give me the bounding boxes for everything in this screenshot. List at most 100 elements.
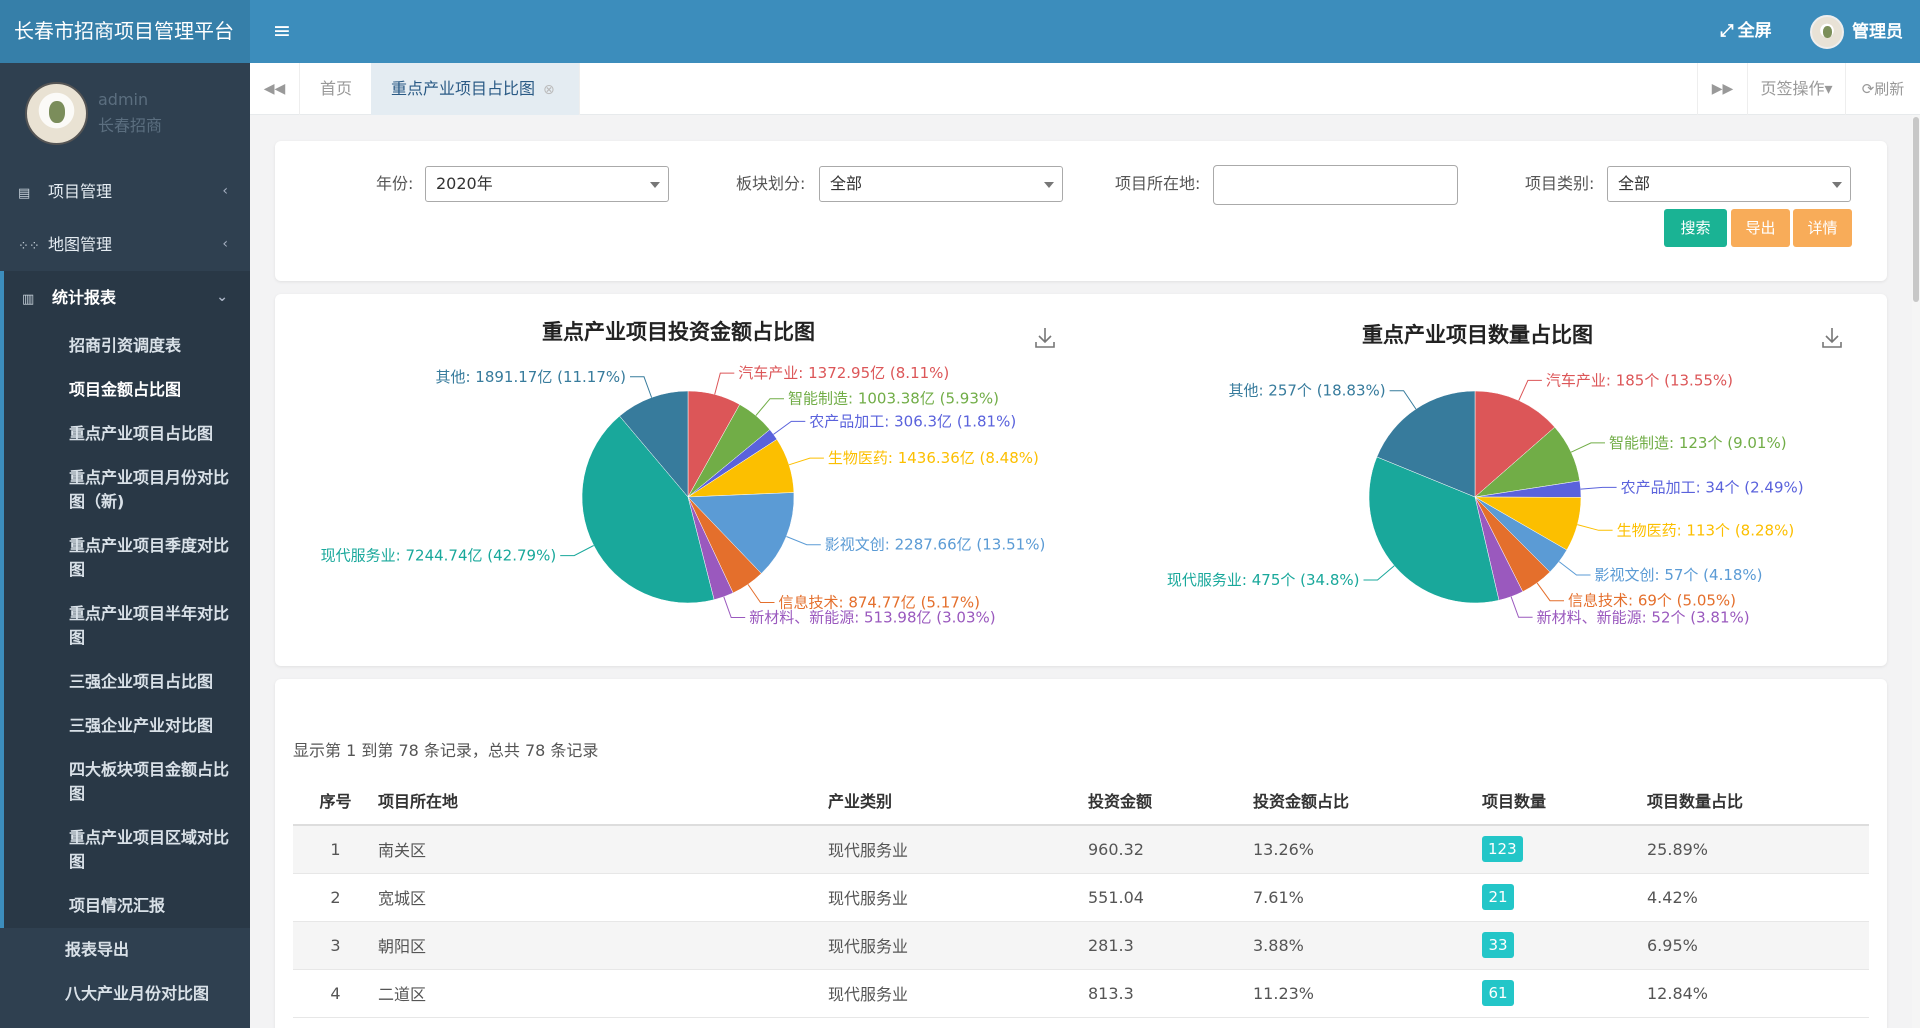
pie-leader-line (1580, 486, 1617, 490)
pie-slice-label: 影视文创: 2287.66亿 (13.51%) (825, 536, 1046, 554)
tab-active[interactable]: 重点产业项目占比图 ⊗ (371, 63, 580, 115)
export-button[interactable]: 导出 (1731, 209, 1790, 247)
tabs-bar: ◀◀ 首页 重点产业项目占比图 ⊗ ▶▶ 页签操作▾ ⟳刷新 (250, 63, 1920, 115)
table-cell: 2 (293, 873, 378, 922)
table-cell: 3 (293, 921, 378, 970)
sidebar-subitem[interactable]: 八大产业月份对比图 (0, 972, 250, 1016)
pie-slice-label: 信息技术: 69个 (5.05%) (1568, 592, 1736, 610)
scrollbar[interactable] (1912, 115, 1920, 1028)
charts-panel: 重点产业项目投资金额占比图 重点产业项目数量占比图 汽车产业: 1372.95亿… (275, 294, 1887, 666)
table-header[interactable]: 序号 (293, 775, 378, 826)
location-input[interactable] (1213, 165, 1458, 205)
pie-charts-canvas: 汽车产业: 1372.95亿 (8.11%) 智能制造: 1003.38亿 (5.… (321, 364, 1804, 627)
pie-leader-line (786, 536, 821, 546)
table-header[interactable]: 投资金额占比 (1253, 775, 1482, 826)
table-header[interactable]: 产业类别 (828, 775, 1088, 826)
pie-leader-line (1558, 561, 1591, 576)
table-cell: 21 (1482, 873, 1647, 922)
pie-slice-label: 其他: 257个 (18.83%) (1228, 382, 1385, 400)
table-row[interactable]: 4 二道区 现代服务业 813.3 11.23% 61 12.84% (293, 969, 1869, 1018)
sidebar-item-statistics[interactable]: ▥ 统计报表 ⌄ (4, 271, 250, 324)
sidebar-subitem[interactable]: 四大板块项目金额占比图 (4, 748, 250, 816)
table-cell: 4.42% (1647, 873, 1869, 922)
table-cell: 3.88% (1253, 921, 1482, 970)
table-cell: 现代服务业 (828, 969, 1088, 1018)
pie-slice-label: 智能制造: 1003.38亿 (5.93%) (788, 390, 999, 408)
table-cell: 7.61% (1253, 873, 1482, 922)
refresh-label: 刷新 (1874, 80, 1905, 98)
bar-chart-icon: ▥ (22, 292, 35, 307)
table-cell: 33 (1482, 921, 1647, 970)
count-badge: 33 (1482, 932, 1514, 958)
pie-leader-line (1389, 390, 1417, 410)
scrollbar-thumb[interactable] (1913, 117, 1919, 302)
pie-leader-line (1577, 524, 1613, 531)
table-cell: 南关区 (378, 825, 828, 874)
tab-label: 重点产业项目占比图 (391, 79, 536, 98)
chevron-down-icon: ⌄ (216, 289, 228, 305)
table-header[interactable]: 投资金额 (1088, 775, 1253, 826)
table-cell: 宽城区 (378, 873, 828, 922)
table-cell: 13.26% (1253, 825, 1482, 874)
category-value: 全部 (1618, 174, 1651, 193)
caret-down-icon (1832, 182, 1842, 188)
pie-slice-label: 农产品加工: 306.3亿 (1.81%) (809, 412, 1016, 430)
refresh-button[interactable]: ⟳刷新 (1845, 63, 1920, 115)
count-badge: 21 (1482, 884, 1514, 910)
pie-slice-label: 新材料、新能源: 513.98亿 (3.03%) (749, 609, 995, 627)
table-row[interactable]: 3 朝阳区 现代服务业 281.3 3.88% 33 6.95% (293, 921, 1869, 970)
top-header: 长春市招商项目管理平台 ≡ ⤢ 全屏 管理员 (0, 0, 1920, 63)
pie-leader-line (1518, 379, 1542, 401)
sidebar-subitem[interactable]: 重点产业项目区域对比图 (4, 816, 250, 884)
table-header[interactable]: 项目数量占比 (1647, 775, 1869, 826)
table-cell: 6.95% (1647, 921, 1869, 970)
sidebar-subitem[interactable]: 招商引资调度表 (4, 324, 250, 368)
sidebar-subitem[interactable]: 三强企业项目占比图 (4, 660, 250, 704)
data-table: 序号 项目所在地 产业类别 投资金额 投资金额占比 项目数量 项目数量占比 1 … (293, 775, 1869, 1018)
table-header-row: 序号 项目所在地 产业类别 投资金额 投资金额占比 项目数量 项目数量占比 (293, 775, 1869, 826)
pie-leader-line (714, 372, 735, 395)
table-row[interactable]: 2 宽城区 现代服务业 551.04 7.61% 21 4.42% (293, 873, 1869, 922)
sidebar-subitem[interactable]: 报表导出 (0, 928, 250, 972)
pie-leader-line (560, 545, 594, 557)
close-icon[interactable]: ⊗ (543, 64, 555, 116)
tab-operations-dropdown[interactable]: 页签操作▾ (1747, 63, 1845, 115)
table-panel: 显示第 1 到第 78 条记录，总共 78 条记录 序号 项目所在地 产业类别 … (275, 679, 1887, 1028)
tabs-scroll-right-icon[interactable]: ▶▶ (1697, 63, 1747, 115)
detail-button[interactable]: 详情 (1793, 209, 1852, 247)
category-select[interactable]: 全部 (1607, 166, 1851, 202)
fullscreen-button[interactable]: ⤢ 全屏 (1720, 18, 1772, 44)
sidebar-subitem[interactable]: 重点产业项目月份对比图（新) (4, 456, 250, 524)
pie-leader-line (788, 457, 824, 466)
sidebar-item-map-management[interactable]: ⁘⁘ 地图管理 ‹ (0, 218, 250, 271)
app-title: 长春市招商项目管理平台 (0, 0, 250, 63)
location-label: 项目所在地: (1115, 174, 1201, 193)
table-header[interactable]: 项目数量 (1482, 775, 1647, 826)
avatar[interactable] (25, 82, 88, 145)
fullscreen-label: 全屏 (1737, 21, 1772, 41)
year-select[interactable]: 2020年 (425, 166, 669, 202)
sidebar-subitem[interactable]: 重点产业项目占比图 (4, 412, 250, 456)
table-cell: 现代服务业 (828, 921, 1088, 970)
pie-leader-line (773, 420, 806, 435)
sidebar-subitem[interactable]: 重点产业项目季度对比图 (4, 524, 250, 592)
sidebar: admin 长春招商 ▤ 项目管理 ‹ ⁘⁘ 地图管理 ‹ ▥ 统计报表 ⌄ 招商引资… (0, 63, 250, 1028)
table-header[interactable]: 项目所在地 (378, 775, 828, 826)
records-info: 显示第 1 到第 78 条记录，总共 78 条记录 (293, 741, 599, 760)
sidebar-item-project-management[interactable]: ▤ 项目管理 ‹ (0, 165, 250, 218)
menu-toggle-icon[interactable]: ≡ (270, 17, 294, 47)
user-menu[interactable]: 管理员 (1810, 14, 1903, 50)
search-button[interactable]: 搜索 (1664, 209, 1727, 247)
year-value: 2020年 (436, 174, 493, 193)
block-select[interactable]: 全部 (819, 166, 1063, 202)
table-cell: 813.3 (1088, 969, 1253, 1018)
sidebar-subitem-active[interactable]: 项目金额占比图 (4, 368, 250, 412)
sidebar-subitem[interactable]: 三强企业产业对比图 (4, 704, 250, 748)
tabs-scroll-left-icon[interactable]: ◀◀ (250, 63, 300, 115)
pie-leader-line (723, 596, 746, 618)
table-cell: 61 (1482, 969, 1647, 1018)
table-cell: 二道区 (378, 969, 828, 1018)
sidebar-subitem[interactable]: 重点产业项目半年对比图 (4, 592, 250, 660)
sidebar-subitem[interactable]: 项目情况汇报 (4, 884, 250, 928)
table-row[interactable]: 1 南关区 现代服务业 960.32 13.26% 123 25.89% (293, 825, 1869, 874)
